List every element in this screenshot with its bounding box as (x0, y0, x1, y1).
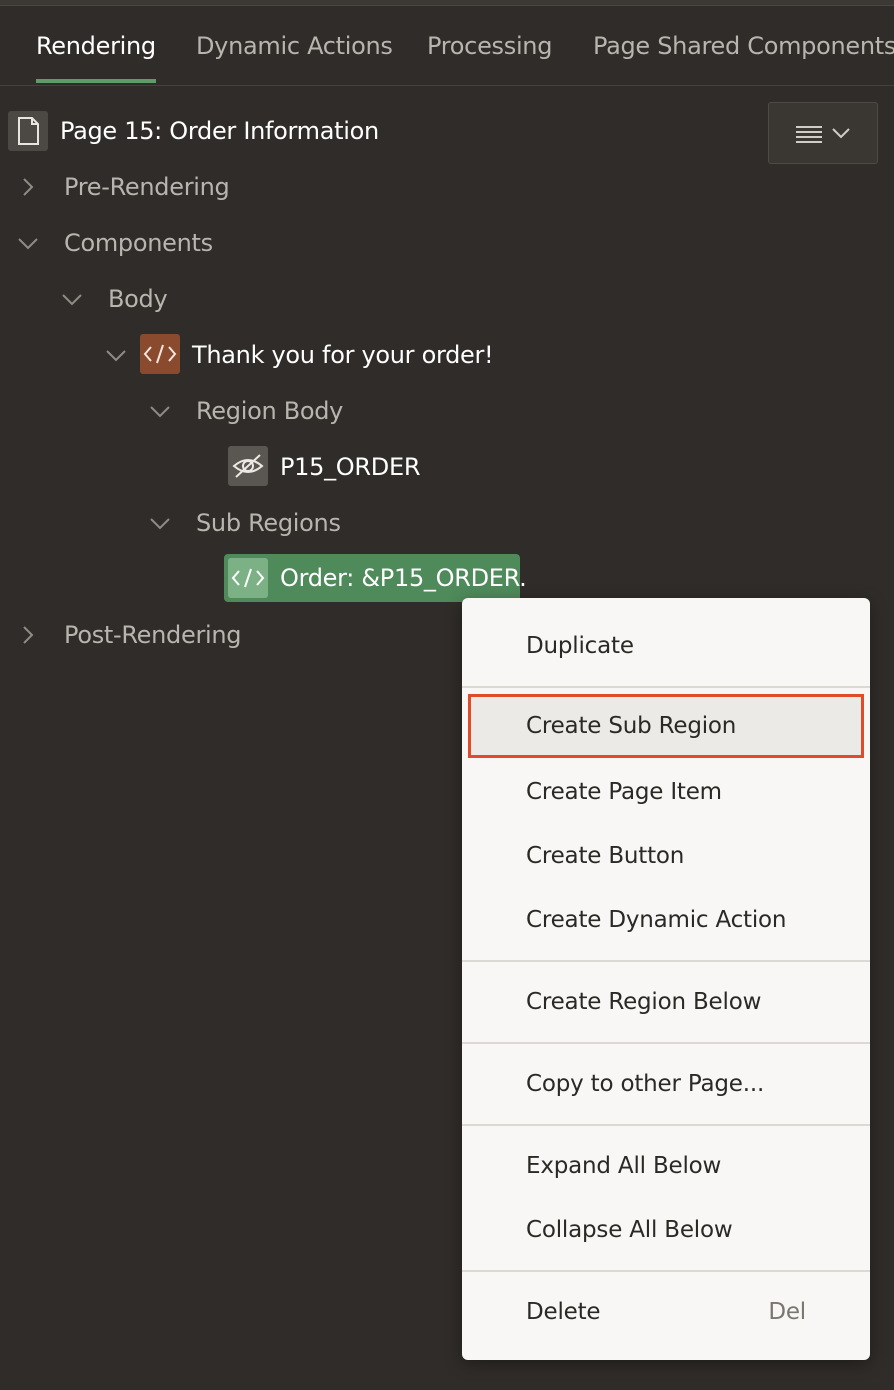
tree-node-label: Region Body (196, 397, 344, 425)
tree-node-post-rendering[interactable]: Post-Rendering (64, 607, 242, 663)
context-menu: Duplicate Create Sub Region Create Page … (462, 598, 870, 1360)
tree-node-page[interactable]: Page 15: Order Information (60, 103, 379, 159)
menu-item-label: Create Sub Region (526, 713, 737, 739)
menu-item-create-button[interactable]: Create Button (462, 824, 870, 888)
delete-shortcut: Del (768, 1299, 806, 1325)
tree-node-body[interactable]: Body (108, 271, 168, 327)
tree-menu-button[interactable] (768, 102, 878, 164)
tree-node-selected-region[interactable]: Order: &P15_ORDER. (224, 554, 527, 602)
chevron-down-icon (832, 128, 850, 139)
menu-item-expand-all-below[interactable]: Expand All Below (462, 1134, 870, 1198)
menu-item-collapse-all-below[interactable]: Collapse All Below (462, 1198, 870, 1262)
menu-separator (462, 1124, 870, 1126)
tree-node-label: Post-Rendering (64, 621, 242, 649)
menu-item-duplicate[interactable]: Duplicate (462, 614, 870, 678)
code-region-icon (140, 334, 180, 374)
code-region-icon (228, 558, 268, 598)
menu-item-label: Create Button (526, 843, 685, 869)
tab-bar: Rendering Dynamic Actions Processing Pag… (0, 6, 894, 86)
chevron-down-icon[interactable] (104, 343, 128, 367)
chevron-down-icon[interactable] (148, 511, 172, 535)
tree-node-label: Components (64, 229, 213, 257)
menu-item-create-region-below[interactable]: Create Region Below (462, 970, 870, 1034)
menu-item-label: Copy to other Page... (526, 1071, 765, 1097)
menu-separator (462, 686, 870, 688)
menu-item-label: Expand All Below (526, 1153, 722, 1179)
page-title: Page 15: Order Information (60, 117, 379, 145)
tab-dynamic-actions[interactable]: Dynamic Actions (196, 6, 393, 85)
tree-node-pre-rendering[interactable]: Pre-Rendering (64, 159, 230, 215)
menu-item-label: Collapse All Below (526, 1217, 733, 1243)
tree-node-region-thank-you[interactable]: Thank you for your order! (192, 327, 494, 383)
chevron-down-icon[interactable] (60, 287, 84, 311)
menu-item-create-dynamic-action[interactable]: Create Dynamic Action (462, 888, 870, 952)
chevron-down-icon[interactable] (148, 399, 172, 423)
chevron-right-icon[interactable] (16, 623, 40, 647)
menu-item-copy-to-other-page[interactable]: Copy to other Page... (462, 1052, 870, 1116)
tree-node-region-body[interactable]: Region Body (196, 383, 343, 439)
tree-node-label: Body (108, 285, 168, 313)
tree-node-label: Sub Regions (196, 509, 341, 537)
tree-node-components[interactable]: Components (64, 215, 213, 271)
menu-separator (462, 1042, 870, 1044)
menu-item-label: Delete (526, 1299, 601, 1325)
tree-node-label: P15_ORDER (280, 453, 421, 481)
menu-item-create-page-item[interactable]: Create Page Item (462, 760, 870, 824)
chevron-down-icon[interactable] (16, 231, 40, 255)
menu-item-label: Create Region Below (526, 989, 762, 1015)
menu-item-delete[interactable]: Delete Del (462, 1280, 870, 1344)
tree-node-label: Thank you for your order! (192, 341, 494, 369)
tree-node-page-item[interactable]: P15_ORDER (280, 439, 421, 495)
menu-item-label: Create Dynamic Action (526, 907, 787, 933)
tree-node-label: Pre-Rendering (64, 173, 230, 201)
hidden-item-icon (228, 446, 268, 486)
selected-region-label: Order: &P15_ORDER. (280, 564, 527, 592)
menu-separator (462, 1270, 870, 1272)
menu-item-label: Duplicate (526, 633, 634, 659)
tab-rendering[interactable]: Rendering (36, 6, 156, 85)
tab-page-shared-components[interactable]: Page Shared Components (593, 6, 894, 85)
chevron-right-icon[interactable] (16, 175, 40, 199)
menu-item-create-sub-region[interactable]: Create Sub Region (468, 694, 864, 758)
hamburger-icon (796, 126, 822, 143)
menu-item-label: Create Page Item (526, 779, 722, 805)
page-icon (8, 111, 48, 151)
menu-separator (462, 960, 870, 962)
tab-processing[interactable]: Processing (427, 6, 552, 85)
tree-node-sub-regions[interactable]: Sub Regions (196, 495, 341, 551)
